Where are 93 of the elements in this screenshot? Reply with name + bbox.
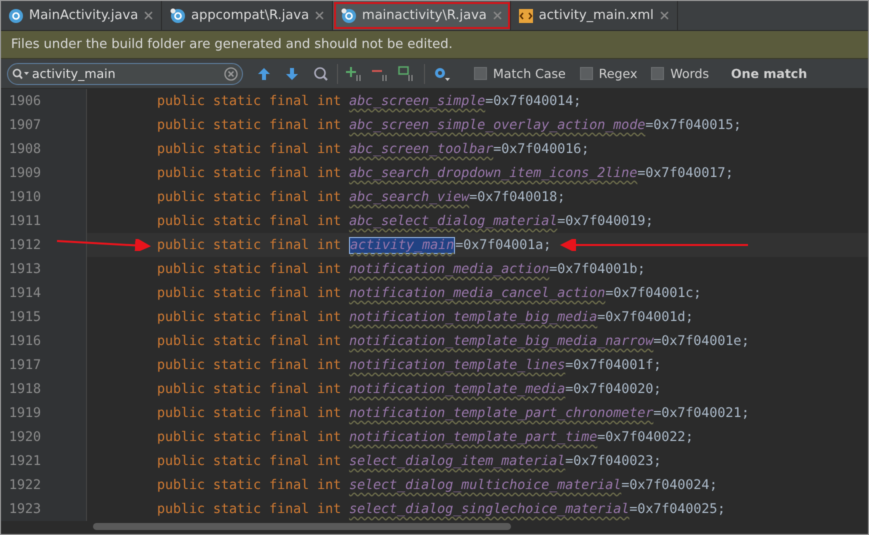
field-value: =0x7f040024; [621,478,718,492]
close-icon[interactable] [144,11,154,20]
search-icon [12,68,30,80]
search-field[interactable]: activity_main [7,62,243,84]
field-name: notification_template_lines [349,358,566,372]
option-checkbox[interactable]: Regex [580,66,638,81]
code-keywords: public static final int [157,502,342,516]
field-name: activity_main [349,236,456,254]
class-icon [341,8,356,23]
code-keywords: public static final int [157,310,342,324]
field-name: notification_template_part_chronometer [349,406,654,420]
code-keywords: public static final int [157,334,342,348]
field-value: =0x7f040014; [485,94,582,108]
field-value: =0x7f04001b; [549,262,646,276]
field-name: notification_template_big_media_narrow [349,334,654,348]
field-name: notification_media_cancel_action [349,286,606,300]
line-number: 1910 [1,185,87,209]
xml-file-icon [518,8,533,22]
field-name: abc_screen_simple [349,94,486,108]
field-name: notification_template_part_time [349,430,598,444]
field-name: select_dialog_item_material [349,454,566,468]
find-all-icon[interactable] [313,66,329,82]
field-value: =0x7f04001e; [653,334,750,348]
match-count: One match [731,66,808,81]
field-value: =0x7f040015; [645,118,742,132]
settings-icon[interactable] [433,66,451,82]
code-keywords: public static final int [157,142,342,156]
code-keywords: public static final int [157,118,342,132]
code-keywords: public static final int [157,286,342,300]
field-name: notification_template_media [349,382,566,396]
line-number: 1909 [1,161,87,185]
code-keywords: public static final int [157,238,342,252]
line-number: 1914 [1,281,87,305]
line-number: 1911 [1,209,87,233]
class-icon [170,8,186,23]
field-value: =0x7f040017; [637,166,734,180]
field-value: =0x7f04001a; [455,238,552,252]
field-value: =0x7f040022; [597,430,694,444]
editor-tab[interactable]: mainactivity\R.java [333,1,511,30]
field-value: =0x7f04001c; [605,286,702,300]
line-number: 1918 [1,377,87,401]
code-keywords: public static final int [157,478,342,492]
warning-banner: Files under the build folder are generated and should not be edited. [1,31,868,59]
option-checkbox[interactable]: Words [651,66,709,81]
field-name: abc_select_dialog_material [349,214,558,228]
line-number: 1915 [1,305,87,329]
field-name: notification_media_action [349,262,550,276]
line-number: 1906 [1,89,87,113]
field-name: notification_template_big_media [349,310,598,324]
field-value: =0x7f040023; [565,454,662,468]
field-name: select_dialog_singlechoice_material [349,502,630,516]
option-checkbox[interactable]: Match Case [474,66,566,81]
line-number: 1913 [1,257,87,281]
field-value: =0x7f040025; [629,502,726,516]
code-keywords: public static final int [157,454,342,468]
line-number: 1917 [1,353,87,377]
class-icon [9,8,23,22]
line-number: 1916 [1,329,87,353]
line-number: 1907 [1,113,87,137]
field-value: =0x7f04001f; [565,358,662,372]
line-number: 1920 [1,425,87,449]
arrow-up-icon[interactable] [257,66,271,80]
close-icon[interactable] [315,11,324,20]
clear-icon[interactable] [224,66,238,80]
close-icon[interactable] [492,11,502,20]
horizontal-scrollbar[interactable] [93,523,511,530]
code-keywords: public static final int [157,190,342,204]
field-value: =0x7f040021; [653,406,750,420]
code-keywords: public static final int [157,382,342,396]
line-number: 1921 [1,449,87,473]
field-value: =0x7f04001d; [597,310,694,324]
code-keywords: public static final int [157,358,342,372]
line-number: 1908 [1,137,87,161]
line-number: 1919 [1,401,87,425]
code-keywords: public static final int [157,214,342,228]
line-number: 1922 [1,473,87,497]
code-keywords: public static final int [157,94,342,108]
code-keywords: public static final int [157,430,342,444]
field-name: select_dialog_multichoice_material [349,478,622,492]
close-icon[interactable] [660,11,669,20]
field-value: =0x7f040018; [469,190,566,204]
field-value: =0x7f040016; [493,142,590,156]
code-keywords: public static final int [157,166,342,180]
arrow-down-icon[interactable] [285,66,299,80]
code-keywords: public static final int [157,262,342,276]
field-value: =0x7f040019; [557,214,654,228]
field-name: abc_screen_simple_overlay_action_mode [349,118,646,132]
field-name: abc_search_view [349,190,470,204]
field-value: =0x7f040020; [565,382,662,396]
field-name: abc_search_dropdown_item_icons_2line [349,166,638,180]
field-name: abc_screen_toolbar [349,142,494,156]
line-number: 1923 [1,497,87,521]
code-keywords: public static final int [157,406,342,420]
